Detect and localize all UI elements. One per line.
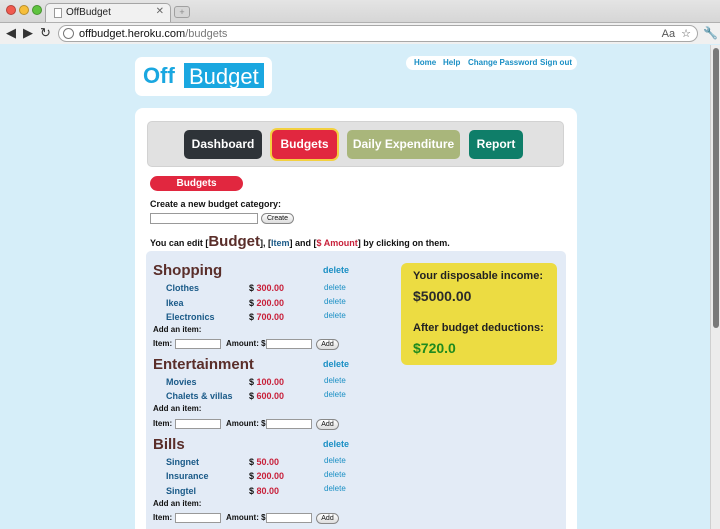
logo[interactable]: Off Budget <box>135 57 272 96</box>
item-name[interactable]: Singtel <box>166 486 196 496</box>
item-amount[interactable]: $ 200.00 <box>249 298 284 308</box>
delete-item-link[interactable]: delete <box>324 390 346 399</box>
back-icon[interactable]: ◀ <box>6 25 16 41</box>
disposable-income-value: $5000.00 <box>413 288 472 304</box>
change-password-link[interactable]: Change Password <box>468 56 537 70</box>
category-title[interactable]: Shopping <box>153 262 222 279</box>
delete-item-link[interactable]: delete <box>324 376 346 385</box>
logo-budget-text: Budget <box>183 62 265 89</box>
income-summary: Your disposable income: $5000.00 After b… <box>401 263 557 365</box>
item-name-input[interactable] <box>175 513 221 523</box>
bookmark-star-icon[interactable]: ☆ <box>681 28 691 40</box>
scrollbar-thumb[interactable] <box>713 48 719 328</box>
home-link[interactable]: Home <box>414 56 436 70</box>
category-title[interactable]: Bills <box>153 436 185 453</box>
add-item-button[interactable]: Add <box>316 513 339 524</box>
browser-chrome: OffBudget ✕ + ◀ ▶ ↻ offbudget.heroku.com… <box>0 0 720 44</box>
amount-field-label: Amount: $ <box>226 513 266 522</box>
item-name-input[interactable] <box>175 419 221 429</box>
nav-daily-expenditure-button[interactable]: Daily Expenditure <box>347 130 460 159</box>
create-category-label: Create a new budget category: <box>150 199 282 209</box>
after-deductions-label: After budget deductions: <box>413 322 544 334</box>
after-deductions-value: $720.0 <box>413 340 456 356</box>
item-name[interactable]: Singnet <box>166 457 199 467</box>
disposable-income-label: Your disposable income: <box>413 270 543 282</box>
delete-item-link[interactable]: delete <box>324 456 346 465</box>
delete-item-link[interactable]: delete <box>324 311 346 320</box>
help-link[interactable]: Help <box>443 56 460 70</box>
browser-tab[interactable]: OffBudget ✕ <box>45 3 171 22</box>
top-links: Home Help Change Password Sign out <box>406 56 577 70</box>
item-name[interactable]: Movies <box>166 377 197 387</box>
add-item-button[interactable]: Add <box>316 419 339 430</box>
forward-icon[interactable]: ▶ <box>23 25 33 41</box>
item-amount[interactable]: $ 100.00 <box>249 377 284 387</box>
close-window-button[interactable] <box>6 5 16 15</box>
add-item-label: Add an item: <box>153 325 202 334</box>
delete-item-link[interactable]: delete <box>324 484 346 493</box>
item-amount[interactable]: $ 300.00 <box>249 283 284 293</box>
delete-category-link[interactable]: delete <box>323 359 349 369</box>
reload-icon[interactable]: ↻ <box>40 25 51 41</box>
item-amount[interactable]: $ 700.00 <box>249 312 284 322</box>
item-name[interactable]: Insurance <box>166 471 209 481</box>
section-title: Budgets <box>150 176 243 191</box>
edit-hint: You can edit [Budget], [Item] and [$ Amo… <box>150 233 450 250</box>
browser-toolbar: ◀ ▶ ↻ offbudget.heroku.com/budgets Aa ☆ 🔧 <box>0 22 720 44</box>
amount-field-label: Amount: $ <box>226 339 266 348</box>
item-amount[interactable]: $ 50.00 <box>249 457 279 467</box>
add-item-button[interactable]: Add <box>316 339 339 350</box>
item-amount[interactable]: $ 80.00 <box>249 486 279 496</box>
delete-item-link[interactable]: delete <box>324 470 346 479</box>
add-item-label: Add an item: <box>153 404 202 413</box>
nav-report-button[interactable]: Report <box>469 130 523 159</box>
item-amount[interactable]: $ 600.00 <box>249 391 284 401</box>
item-name-input[interactable] <box>175 339 221 349</box>
delete-item-link[interactable]: delete <box>324 283 346 292</box>
new-category-input[interactable] <box>150 213 258 224</box>
logo-off-text: Off <box>143 63 175 88</box>
item-name[interactable]: Electronics <box>166 312 215 322</box>
amount-input[interactable] <box>266 339 312 349</box>
zoom-window-button[interactable] <box>32 5 42 15</box>
item-field-label: Item: <box>153 339 173 348</box>
item-name[interactable]: Chalets & villas <box>166 391 233 401</box>
item-field-label: Item: <box>153 419 173 428</box>
item-name[interactable]: Clothes <box>166 283 199 293</box>
sign-out-link[interactable]: Sign out <box>540 56 572 70</box>
minimize-window-button[interactable] <box>19 5 29 15</box>
scrollbar[interactable] <box>710 45 720 529</box>
delete-item-link[interactable]: delete <box>324 297 346 306</box>
nav-budgets-button[interactable]: Budgets <box>272 130 337 159</box>
delete-category-link[interactable]: delete <box>323 265 349 275</box>
nav-dashboard-button[interactable]: Dashboard <box>184 130 262 159</box>
wrench-icon[interactable]: 🔧 <box>703 26 718 40</box>
globe-icon <box>63 28 74 39</box>
delete-category-link[interactable]: delete <box>323 439 349 449</box>
category-title[interactable]: Entertainment <box>153 356 254 373</box>
page-icon <box>54 8 62 18</box>
item-field-label: Item: <box>153 513 173 522</box>
address-bar[interactable]: offbudget.heroku.com/budgets Aa ☆ <box>58 25 698 42</box>
item-name[interactable]: Ikea <box>166 298 184 308</box>
close-tab-icon[interactable]: ✕ <box>156 6 164 17</box>
create-button[interactable]: Create <box>261 213 294 224</box>
item-amount[interactable]: $ 200.00 <box>249 471 284 481</box>
url-text[interactable]: offbudget.heroku.com/budgets <box>79 28 227 40</box>
amount-field-label: Amount: $ <box>226 419 266 428</box>
tab-title: OffBudget <box>66 7 111 18</box>
amount-input[interactable] <box>266 513 312 523</box>
add-item-label: Add an item: <box>153 499 202 508</box>
reader-icon[interactable]: Aa <box>662 28 675 40</box>
new-tab-button[interactable]: + <box>174 6 190 18</box>
amount-input[interactable] <box>266 419 312 429</box>
